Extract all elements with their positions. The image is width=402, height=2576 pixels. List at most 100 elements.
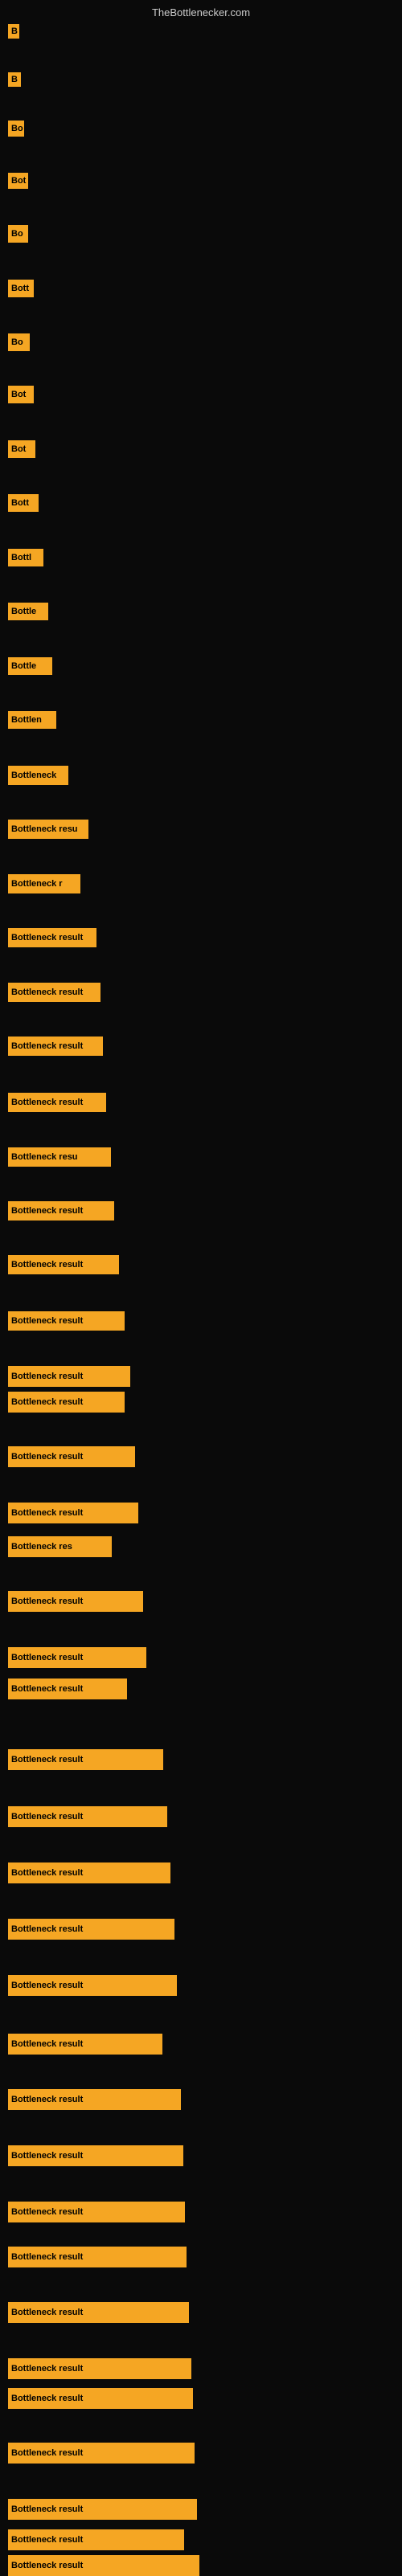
bar-label: Bottleneck result [8, 2302, 189, 2323]
bar-item: Bottleneck resu [8, 1147, 111, 1167]
bar-label: Bottleneck result [8, 2443, 195, 2464]
bar-label: Bottleneck result [8, 2247, 187, 2267]
bar-label: Bottleneck result [8, 2388, 193, 2409]
bar-label: Bottleneck result [8, 2202, 185, 2222]
bar-item: Bottle [8, 603, 48, 620]
bar-label: Bottl [8, 549, 43, 566]
bar-label: Bottleneck r [8, 874, 80, 893]
bar-label: Bottleneck result [8, 1806, 167, 1827]
bar-item: Bot [8, 440, 35, 458]
bar-item: Bo [8, 121, 24, 137]
bar-item: Bottleneck result [8, 2499, 197, 2520]
bar-item: Bottleneck result [8, 2358, 191, 2379]
bar-label: Bot [8, 173, 28, 189]
bar-label: Bottleneck result [8, 1591, 143, 1612]
bar-label: Bottleneck result [8, 2529, 184, 2550]
bar-item: Bottleneck result [8, 2202, 185, 2222]
bar-item: Bottleneck resu [8, 820, 88, 839]
bar-item: Bottleneck result [8, 1201, 114, 1221]
bar-label: Bot [8, 386, 34, 403]
bar-item: Bottleneck result [8, 2388, 193, 2409]
bar-label: Bottleneck result [8, 1201, 114, 1221]
bar-item: Bot [8, 386, 34, 403]
bar-item: Bottleneck result [8, 2555, 199, 2576]
bar-label: Bottleneck result [8, 2089, 181, 2110]
bar-item: Bottleneck result [8, 1975, 177, 1996]
bar-label: Bottle [8, 603, 48, 620]
bar-item: Bottleneck result [8, 1311, 125, 1331]
bar-item: Bottleneck result [8, 1093, 106, 1112]
bar-item: Bottleneck result [8, 1862, 170, 1883]
bar-item: Bottleneck result [8, 1591, 143, 1612]
bar-item: B [8, 72, 21, 87]
bar-label: Bottleneck result [8, 2034, 162, 2055]
bar-item: Bottleneck result [8, 1647, 146, 1668]
bar-item: Bottleneck result [8, 1919, 174, 1940]
bar-label: Bottleneck resu [8, 1147, 111, 1167]
bar-label: Bott [8, 280, 34, 297]
bar-label: Bottleneck result [8, 1093, 106, 1112]
bar-item: Bottleneck result [8, 1446, 135, 1467]
bar-label: Bottleneck result [8, 2358, 191, 2379]
bar-label: Bottleneck result [8, 1919, 174, 1940]
bar-item: Bo [8, 333, 30, 351]
bar-item: Bottleneck r [8, 874, 80, 893]
bar-item: Bottl [8, 549, 43, 566]
bar-item: Bottleneck result [8, 1806, 167, 1827]
bar-label: Bottleneck result [8, 2499, 197, 2520]
site-title: TheBottlenecker.com [152, 6, 250, 18]
bar-label: Bottleneck resu [8, 820, 88, 839]
bar-label: Bottleneck result [8, 1503, 138, 1523]
bar-label: Bott [8, 494, 39, 512]
bar-item: Bottle [8, 657, 52, 675]
bar-item: Bottleneck result [8, 2529, 184, 2550]
bar-item: Bottleneck result [8, 2443, 195, 2464]
bar-label: Bottlen [8, 711, 56, 729]
bar-label: Bottleneck result [8, 2555, 199, 2576]
bar-label: Bottleneck result [8, 1678, 127, 1699]
bar-item: B [8, 24, 19, 39]
bar-label: Bo [8, 225, 28, 243]
bar-item: Bott [8, 280, 34, 297]
bar-item: Bottleneck result [8, 1749, 163, 1770]
bar-item: Bottleneck res [8, 1536, 112, 1557]
bar-item: Bottleneck result [8, 1366, 130, 1387]
bar-item: Bot [8, 173, 28, 189]
bar-label: Bo [8, 121, 24, 137]
bar-label: Bo [8, 333, 30, 351]
bar-label: B [8, 24, 19, 39]
bar-item: Bottlen [8, 711, 56, 729]
bar-label: Bottleneck result [8, 1749, 163, 1770]
bar-item: Bott [8, 494, 39, 512]
bar-label: Bottleneck result [8, 1446, 135, 1467]
bar-item: Bottleneck [8, 766, 68, 785]
bar-label: Bottleneck result [8, 2145, 183, 2166]
bar-label: Bottleneck result [8, 1862, 170, 1883]
bar-label: Bottleneck result [8, 1975, 177, 1996]
bar-item: Bottleneck result [8, 2247, 187, 2267]
bar-label: Bottleneck result [8, 1255, 119, 1274]
bar-label: Bottleneck result [8, 1037, 103, 1056]
bar-label: Bottleneck [8, 766, 68, 785]
bar-label: Bottle [8, 657, 52, 675]
bar-item: Bottleneck result [8, 1392, 125, 1413]
bar-label: B [8, 72, 21, 87]
bar-item: Bottleneck result [8, 2034, 162, 2055]
bar-item: Bottleneck result [8, 1037, 103, 1056]
bar-label: Bottleneck result [8, 928, 96, 947]
bar-label: Bottleneck res [8, 1536, 112, 1557]
bar-label: Bottleneck result [8, 1392, 125, 1413]
bar-item: Bottleneck result [8, 2089, 181, 2110]
bar-item: Bottleneck result [8, 928, 96, 947]
bar-item: Bottleneck result [8, 2302, 189, 2323]
bar-label: Bottleneck result [8, 983, 100, 1002]
bar-label: Bot [8, 440, 35, 458]
bar-label: Bottleneck result [8, 1366, 130, 1387]
bar-item: Bo [8, 225, 28, 243]
bar-label: Bottleneck result [8, 1647, 146, 1668]
bar-item: Bottleneck result [8, 1255, 119, 1274]
bar-item: Bottleneck result [8, 1503, 138, 1523]
bar-label: Bottleneck result [8, 1311, 125, 1331]
bar-item: Bottleneck result [8, 1678, 127, 1699]
bar-item: Bottleneck result [8, 2145, 183, 2166]
